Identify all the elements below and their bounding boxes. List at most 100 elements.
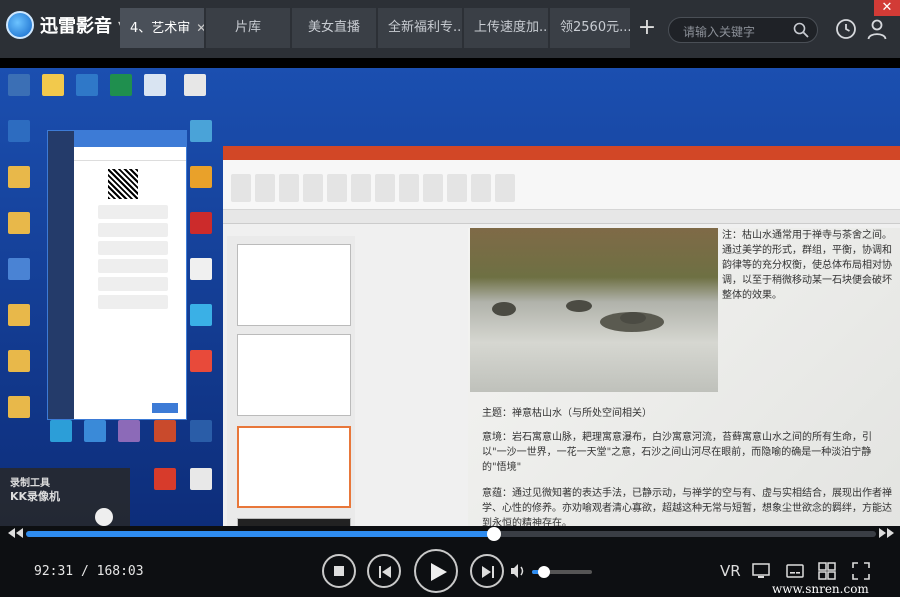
tab-label: 美女直播 [307, 20, 360, 35]
chat-message [98, 241, 168, 255]
desktop-icon [46, 420, 76, 458]
seek-bar-progress [26, 531, 495, 537]
desktop-icon [4, 350, 34, 388]
slide-canvas: 注：枯山水通常用于禅寺与茶舍之间。通过美学的形式，群组，平衡，协调和韵律等的充分… [468, 228, 900, 526]
ribbon-tabs [223, 160, 900, 170]
tab-3[interactable]: 全新福利专... [378, 8, 462, 48]
playlist-icon[interactable] [818, 562, 836, 580]
chat-body [74, 161, 186, 317]
recorded-desktop: 录制工具 KK录像机 注：枯山水通常用于禅寺与茶舍之间。通过美学的形式，群组，平… [0, 68, 900, 526]
tab-0[interactable]: 4、艺术审 ✕ [120, 8, 204, 48]
desktop-icon [106, 74, 136, 112]
tab-strip: 4、艺术审 ✕ 片库 美女直播 全新福利专... 上传速度加... 领2560元.… [120, 8, 662, 48]
desktop-icon [72, 74, 102, 112]
chat-message [98, 259, 168, 273]
desktop-icon [186, 120, 216, 158]
chat-tabs [74, 147, 186, 161]
chat-message [98, 223, 168, 237]
search-input[interactable]: 请输入关键字 [683, 23, 755, 40]
desktop-icon [186, 420, 216, 458]
search-box[interactable]: 请输入关键字 [668, 17, 818, 43]
app-logo[interactable]: 迅雷影音 ▼ [6, 10, 126, 40]
vr-button[interactable]: VR [720, 562, 741, 580]
chat-message [98, 277, 168, 291]
history-clock-icon[interactable] [835, 18, 857, 40]
rock [566, 300, 592, 312]
desktop-icon [150, 420, 180, 458]
desktop-icon [186, 304, 216, 342]
slide-essence: 意蕴：通过见微知著的表达手法，已静示动，与禅学的空与有、虚与实相结合，展现出作者… [482, 488, 892, 526]
desktop-icon [4, 396, 34, 434]
desktop-icon [186, 212, 216, 250]
slide-thumbnail [237, 334, 351, 416]
stop-button[interactable] [322, 554, 356, 588]
video-frame[interactable]: 录制工具 KK录像机 注：枯山水通常用于禅寺与茶舍之间。通过美学的形式，群组，平… [0, 58, 900, 526]
qr-code [108, 169, 138, 199]
editor-title-bar [223, 146, 900, 160]
desktop-icon [140, 74, 170, 112]
tab-4[interactable]: 上传速度加... [464, 8, 548, 48]
title-bar: 迅雷影音 ▼ 4、艺术审 ✕ 片库 美女直播 全新福利专... 上传速度加... … [0, 0, 900, 58]
chat-message [98, 205, 168, 219]
rewind-icon[interactable] [6, 526, 24, 540]
fullscreen-icon[interactable] [852, 562, 870, 580]
chat-message [98, 295, 168, 309]
app-logo-icon [6, 11, 34, 39]
desktop-icon [4, 304, 34, 342]
player-controls: 92:31 / 168:03 VR www.snren.com [0, 526, 900, 597]
zen-garden-photo [470, 228, 718, 392]
rock [620, 312, 646, 324]
seek-bar[interactable] [26, 527, 876, 541]
desktop-icon [4, 212, 34, 250]
skip-back-icon [379, 566, 391, 578]
volume-slider[interactable] [532, 566, 592, 578]
desktop-icon [114, 420, 144, 458]
play-icon [431, 563, 447, 581]
send-button[interactable] [152, 403, 178, 413]
tab-label: 领2560元... [560, 20, 630, 35]
slide-thumbnail [237, 244, 351, 326]
play-button[interactable] [414, 549, 458, 593]
tab-label: 片库 [234, 20, 261, 35]
close-window-button[interactable]: ✕ [874, 0, 900, 16]
current-time: 92:31 [34, 564, 74, 579]
presentation-editor: 注：枯山水通常用于禅寺与茶舍之间。通过美学的形式，群组，平衡，协调和韵律等的充分… [223, 146, 900, 526]
desktop-icon [4, 166, 34, 204]
desktop-icon [80, 420, 110, 458]
previous-button[interactable] [367, 554, 401, 588]
next-button[interactable] [470, 554, 504, 588]
skip-forward-icon [482, 566, 494, 578]
add-tab-button[interactable]: + [632, 8, 662, 48]
desktop-icon [4, 258, 34, 296]
chat-sidebar [48, 131, 74, 419]
desktop-icon [38, 74, 68, 112]
search-icon[interactable] [793, 22, 809, 38]
fast-forward-icon[interactable] [878, 526, 896, 540]
user-icon[interactable] [866, 18, 888, 40]
screen-icon[interactable] [752, 562, 770, 580]
chat-window [47, 130, 187, 420]
total-time: 168:03 [96, 564, 144, 579]
ribbon-tools [223, 170, 900, 210]
close-icon[interactable]: ✕ [196, 21, 204, 35]
editor-ribbon [223, 160, 900, 210]
desktop-icon [186, 350, 216, 388]
app-name: 迅雷影音 [40, 16, 112, 37]
volume-icon[interactable] [510, 563, 526, 579]
subtitle-icon[interactable] [786, 562, 804, 580]
tab-1[interactable]: 片库 [206, 8, 290, 48]
slide-thumbnail-selected [237, 426, 351, 508]
tab-5[interactable]: 领2560元... [550, 8, 630, 48]
tab-label: 4、艺术审 [130, 21, 191, 36]
desktop-icon [4, 120, 34, 158]
slide-note: 注：枯山水通常用于禅寺与茶舍之间。通过美学的形式，群组，平衡，协调和韵律等的充分… [722, 230, 892, 301]
volume-handle[interactable] [538, 566, 550, 578]
desktop-icon [186, 166, 216, 204]
desktop-icon [150, 468, 180, 506]
slide-meaning: 意境：岩石寓意山脉，耙理寓意瀑布，白沙寓意河流，苔藓寓意山水之间的所有生命，引以… [482, 432, 872, 473]
tab-label: 全新福利专... [388, 20, 462, 35]
tab-2[interactable]: 美女直播 [292, 8, 376, 48]
document-tabs [223, 210, 900, 224]
recorder-title: 录制工具 [10, 478, 50, 489]
seek-handle[interactable] [487, 527, 502, 541]
